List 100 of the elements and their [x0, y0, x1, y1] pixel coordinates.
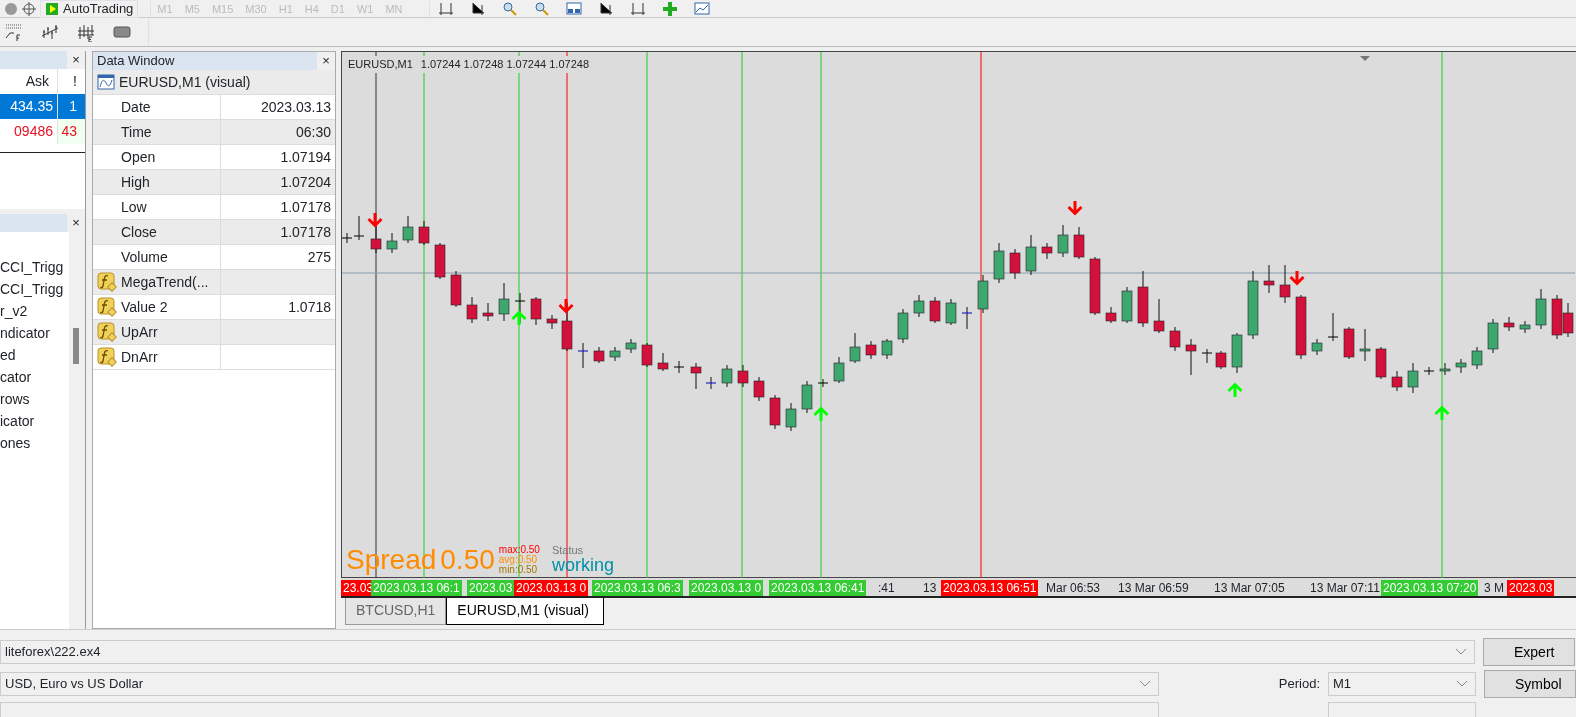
- candlestick: [1169, 326, 1181, 352]
- period-dropdown[interactable]: M1: [1328, 672, 1476, 696]
- candlestick: [1185, 338, 1197, 376]
- time-label: 2023.03.13 06:1: [371, 580, 462, 596]
- chart-symbol: EURUSD,M1: [348, 57, 413, 72]
- candlestick: [1503, 316, 1515, 332]
- candlestick: [466, 296, 478, 324]
- magnifier-icon[interactable]: [501, 0, 518, 17]
- data-label: Volume: [121, 247, 168, 267]
- tree-item[interactable]: ones: [0, 432, 69, 454]
- window-tile-icon[interactable]: [565, 0, 582, 17]
- plus-icon[interactable]: [661, 0, 678, 17]
- candlestick: [1343, 326, 1355, 360]
- candlestick: [530, 296, 542, 326]
- candlestick: [1359, 328, 1371, 362]
- table-row[interactable]: 09486 43: [0, 119, 85, 144]
- candlestick: [657, 352, 669, 372]
- line-chart-icon[interactable]: [693, 0, 710, 17]
- time-label: 2023.03: [467, 580, 515, 596]
- data-label: High: [121, 172, 150, 192]
- time-label: 2023.03.13 06:41: [769, 580, 867, 596]
- candlestick: [1137, 270, 1149, 328]
- up-arrow-icon: [1434, 405, 1450, 420]
- title-bar: [0, 51, 67, 69]
- tree-item[interactable]: icator: [0, 410, 69, 432]
- candlestick: [913, 294, 925, 318]
- candlestick: [625, 338, 637, 354]
- chart-tab[interactable]: EURUSD,M1 (visual): [446, 598, 605, 625]
- chart-tab[interactable]: BTCUSD,H1: [345, 598, 447, 625]
- scrollbar-thumb[interactable]: [73, 328, 79, 364]
- time-label: 13 Mar 07:11: [1309, 580, 1381, 596]
- candlestick: [945, 298, 957, 326]
- candlestick: [1439, 362, 1451, 376]
- candlestick: [450, 270, 462, 308]
- time-label: 13 Mar 07:05: [1213, 580, 1286, 596]
- candlestick: [690, 362, 702, 390]
- data-label: MegaTrend(...: [121, 272, 209, 292]
- candlestick: [1089, 256, 1101, 316]
- symbol-dropdown[interactable]: USD, Euro vs US Dollar: [0, 672, 1159, 696]
- title-bar: [0, 214, 67, 232]
- expert-dropdown[interactable]: liteforex\222.ex4: [0, 640, 1475, 664]
- crosshair-icon[interactable]: [22, 1, 36, 16]
- candlestick: [737, 364, 749, 388]
- candlestick: [1562, 302, 1574, 338]
- candlestick: [753, 376, 765, 402]
- time-label: 2023.03.13 07:20: [1381, 580, 1479, 596]
- candlestick: [881, 338, 893, 360]
- candlestick: [1391, 370, 1403, 392]
- candlestick: [897, 308, 909, 344]
- line-tool-icon[interactable]: [4, 22, 24, 42]
- period-label: Period:: [1278, 675, 1320, 694]
- panel-title: Data Window: [93, 52, 317, 70]
- candlestick: [1407, 362, 1419, 394]
- tree-item[interactable]: cator: [0, 366, 69, 388]
- magnifier-icon[interactable]: [533, 0, 550, 17]
- tree-item[interactable]: ndicator: [0, 322, 69, 344]
- tree-item[interactable]: CCI_Trigg: [0, 256, 69, 278]
- chevron-down-icon: [1456, 649, 1466, 655]
- candlestick: [402, 215, 414, 244]
- candlestick: [609, 346, 621, 362]
- candlestick: [817, 378, 829, 388]
- candlestick: [1073, 226, 1085, 260]
- data-label: Low: [121, 197, 147, 217]
- bars-icon[interactable]: [40, 22, 60, 42]
- data-value: 1.07178: [280, 224, 331, 240]
- data-value: 06:30: [295, 124, 331, 140]
- candlestick: [1375, 346, 1387, 380]
- candlestick: [673, 360, 685, 374]
- candlestick: [1105, 306, 1117, 324]
- data-label: Close: [121, 222, 157, 242]
- time-label: 13: [922, 580, 938, 596]
- up-arrow-icon: [511, 310, 527, 325]
- spread-value: 0.50: [440, 545, 495, 575]
- autotrading-button[interactable]: AutoTrading: [40, 0, 139, 18]
- candlestick: [577, 342, 589, 369]
- close-button[interactable]: ×: [317, 52, 335, 70]
- candlestick: [1279, 264, 1291, 304]
- data-value: 1.07178: [280, 199, 331, 215]
- spread-label: Spread: [346, 545, 437, 575]
- candlestick: [993, 242, 1005, 284]
- chevron-down-icon: [1457, 681, 1467, 687]
- data-value: 1.0718: [288, 299, 331, 315]
- table-row[interactable]: 434.35 1: [0, 94, 85, 119]
- tree-item[interactable]: rows: [0, 388, 69, 410]
- down-arrow-icon: [1067, 201, 1083, 216]
- data-value: 1.07204: [280, 174, 331, 190]
- expert-button[interactable]: Expert: [1483, 638, 1575, 666]
- down-arrow-icon: [1289, 271, 1305, 286]
- tree-item[interactable]: ed: [0, 344, 69, 366]
- hatched-bars-icon[interactable]: [76, 22, 96, 42]
- tree-item[interactable]: r_v2: [0, 300, 69, 322]
- tree-item[interactable]: CCI_Trigg: [0, 278, 69, 300]
- candlestick: [705, 376, 717, 390]
- candlestick: [1009, 248, 1021, 280]
- candlestick: [1423, 366, 1435, 376]
- data-label: Value 2: [121, 297, 168, 317]
- symbol-button[interactable]: Symbol: [1484, 670, 1576, 698]
- time-label: 2023.03.13 06:51: [941, 580, 1039, 596]
- column-header: !: [72, 72, 78, 91]
- candlestick: [418, 220, 430, 246]
